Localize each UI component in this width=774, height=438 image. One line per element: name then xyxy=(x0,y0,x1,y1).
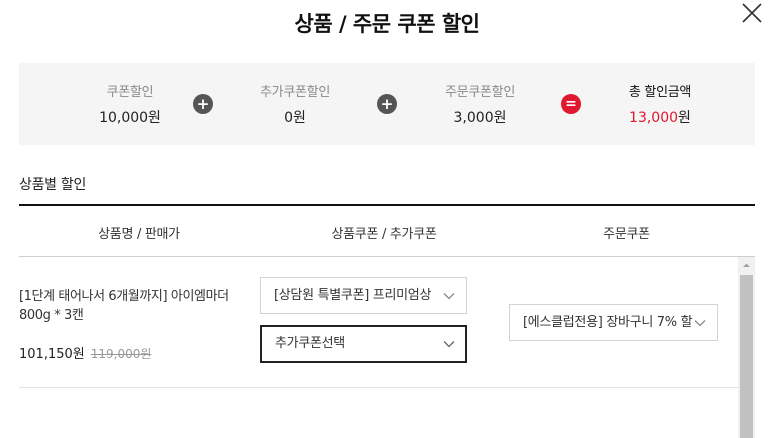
extra-coupon-select-value: 추가쿠폰선택 xyxy=(275,336,345,351)
order-coupon-value: 3,000원 xyxy=(453,110,507,126)
total-discount-unit: 원 xyxy=(678,110,691,126)
product-coupon-label: 쿠폰할인 xyxy=(106,85,154,100)
plus-icon: + xyxy=(377,94,397,114)
discount-summary: 쿠폰할인 10,000원 + 추가쿠폰할인 0원 + 주문쿠폰할인 3,000원… xyxy=(19,63,755,145)
product-price: 101,150원 119,000원 xyxy=(19,343,151,362)
table-row: [1단계 태어나서 6개월까지] 아이엠마더 800g * 3캔 101,150… xyxy=(19,257,738,388)
chevron-down-icon xyxy=(443,293,455,300)
extra-coupon-summary: 추가쿠폰할인 0원 xyxy=(220,81,370,127)
total-discount-value: 13,000원 xyxy=(585,107,735,127)
table-header: 상품명 / 판매가 상품쿠폰 / 추가쿠폰 주문쿠폰 xyxy=(19,204,755,257)
order-coupon-select[interactable]: [에스클럽전용] 장바구니 7% 할 xyxy=(509,304,718,341)
vertical-scrollbar[interactable] xyxy=(738,257,755,438)
order-coupon-summary: 주문쿠폰할인 3,000원 xyxy=(405,81,555,127)
original-price: 119,000원 xyxy=(90,347,152,361)
total-discount-label: 총 할인금액 xyxy=(628,85,692,100)
modal-title: 상품 / 주문 쿠폰 할인 xyxy=(294,12,480,36)
order-coupon-label: 주문쿠폰할인 xyxy=(445,85,515,100)
extra-coupon-select[interactable]: 추가쿠폰선택 xyxy=(260,325,467,363)
total-discount-summary: 총 할인금액 13,000원 xyxy=(585,81,735,127)
header-product: 상품명 / 판매가 xyxy=(98,227,180,242)
product-coupon-value: 10,000원 xyxy=(99,110,161,126)
extra-coupon-value: 0원 xyxy=(284,110,306,126)
chevron-down-icon xyxy=(694,320,706,327)
header-product-coupon: 상품쿠폰 / 추가쿠폰 xyxy=(331,227,437,242)
product-coupon-summary: 쿠폰할인 10,000원 xyxy=(55,81,205,127)
product-name: [1단계 태어나서 6개월까지] 아이엠마더 800g * 3캔 xyxy=(19,289,229,323)
plus-icon: + xyxy=(193,94,213,114)
total-discount-amount: 13,000 xyxy=(629,110,679,126)
product-coupon-select-value: [상담원 특별쿠폰] 프리미엄상 xyxy=(274,288,432,303)
scrollbar-thumb[interactable] xyxy=(740,275,753,438)
product-coupon-select[interactable]: [상담원 특별쿠폰] 프리미엄상 xyxy=(260,277,467,314)
extra-coupon-label: 추가쿠폰할인 xyxy=(260,85,330,100)
sale-price: 101,150원 xyxy=(19,347,85,362)
order-coupon-select-value: [에스클럽전용] 장바구니 7% 할 xyxy=(523,315,693,330)
header-order-coupon: 주문쿠폰 xyxy=(603,227,650,242)
equals-icon: = xyxy=(561,94,581,114)
close-icon[interactable] xyxy=(741,2,763,24)
section-title: 상품별 할인 xyxy=(19,177,87,193)
chevron-down-icon xyxy=(443,341,455,348)
scroll-up-arrow-icon[interactable] xyxy=(738,257,755,274)
